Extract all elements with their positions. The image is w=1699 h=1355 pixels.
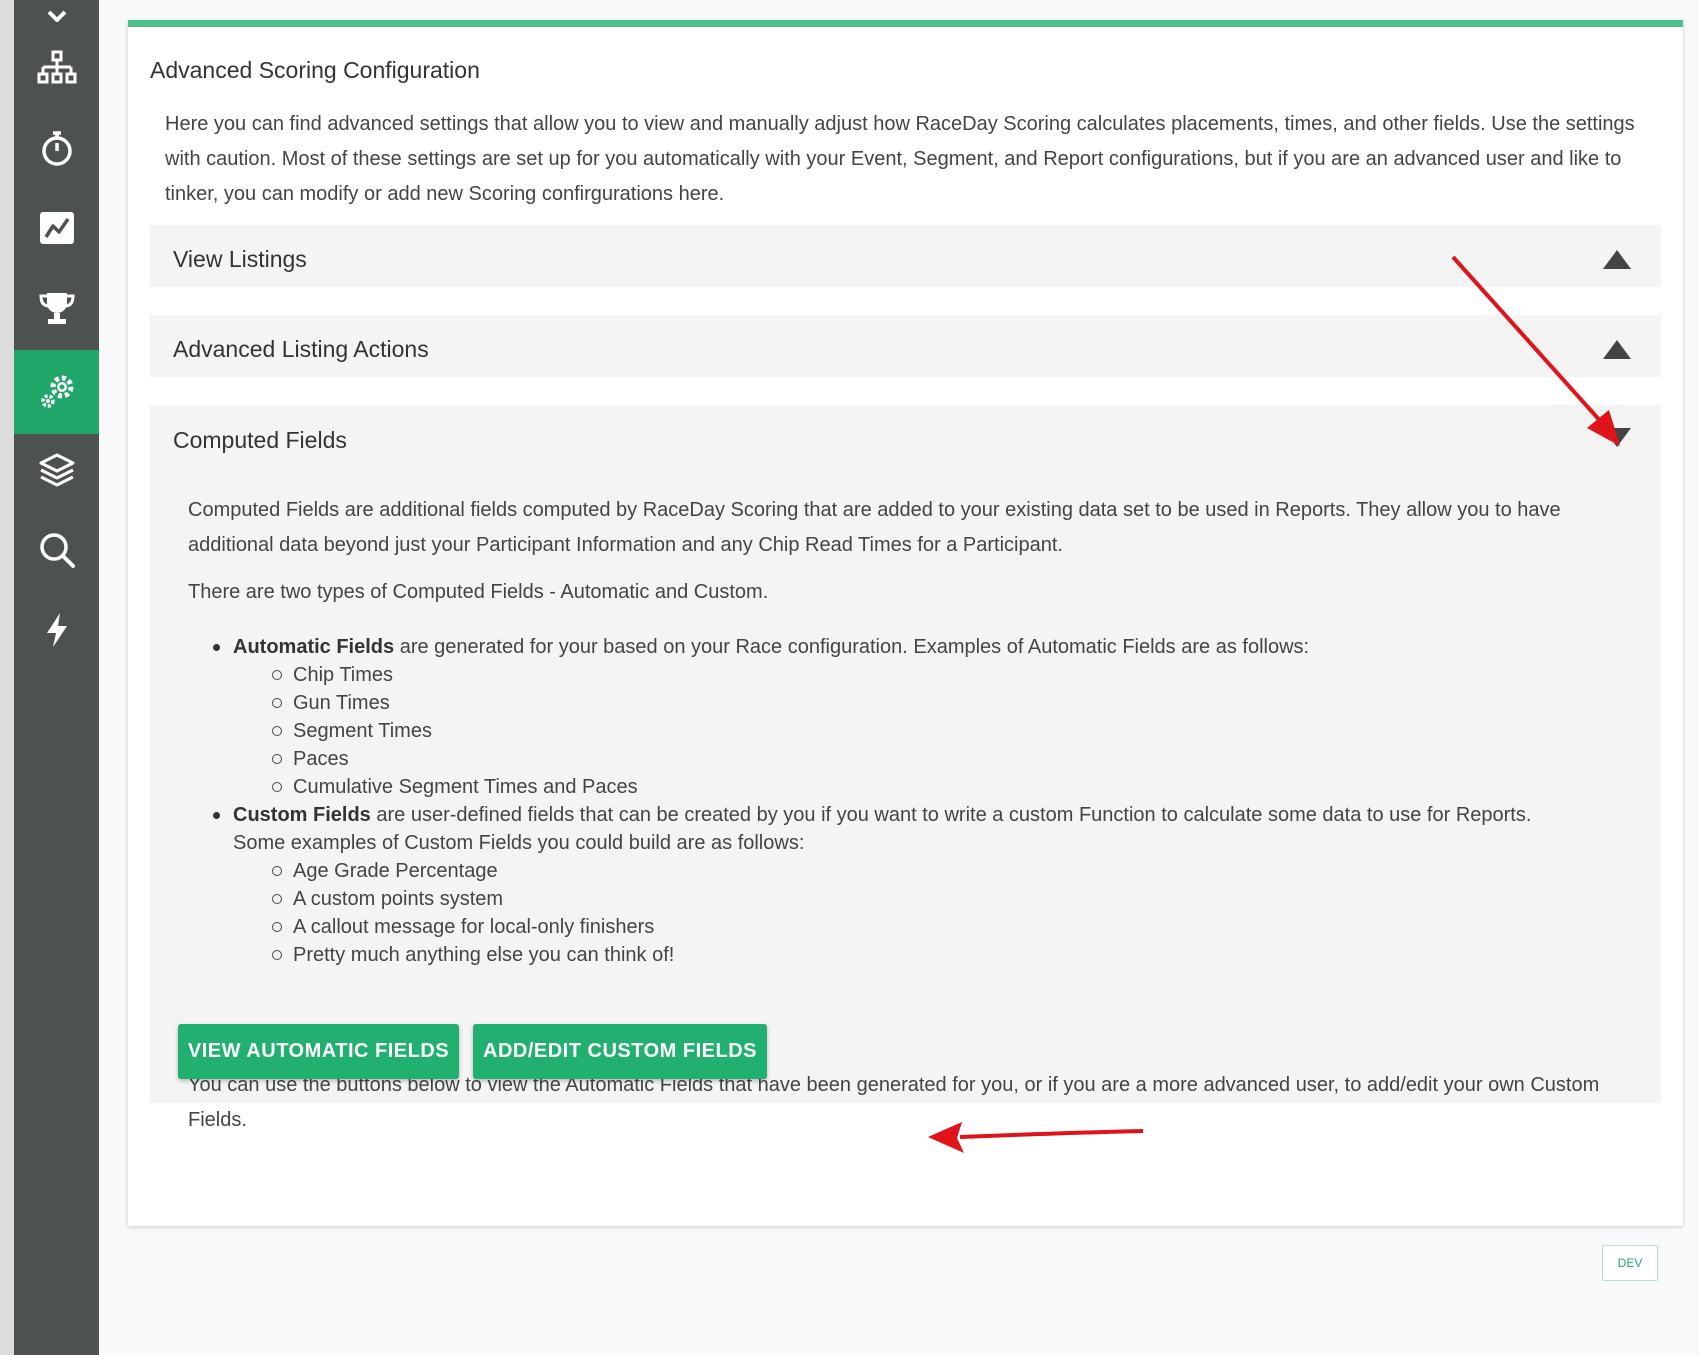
sitemap-icon [37, 50, 76, 84]
sub-list-item-label: Cumulative Segment Times and Paces [293, 776, 638, 798]
bolt-icon [46, 613, 67, 647]
bullet-circle [272, 726, 282, 736]
sidebar-item-structure[interactable] [14, 26, 99, 110]
panel-advanced-listing-actions: Advanced Listing Actions [150, 315, 1661, 377]
sub-list-item: Gun Times [188, 689, 1628, 717]
automatic-fields-label: Automatic Fields [233, 636, 395, 658]
bullet-circle [272, 950, 282, 960]
computed-fields-list: Automatic Fields are generated for your … [188, 633, 1628, 969]
sub-list-item: A custom points system [188, 885, 1628, 913]
panel-view-listings: View Listings [150, 225, 1661, 287]
sub-list-item: A callout message for local-only finishe… [188, 913, 1628, 941]
sidebar-item-awards[interactable] [14, 266, 99, 350]
sidebar-item-advanced-settings[interactable] [14, 350, 99, 434]
list-item-custom: Custom Fields are user-defined fields th… [188, 801, 1628, 829]
sidebar-item-timing[interactable] [14, 106, 99, 190]
add-edit-custom-fields-button[interactable]: ADD/EDIT CUSTOM FIELDS [473, 1024, 767, 1079]
panel-advanced-listing-actions-header[interactable]: Advanced Listing Actions [150, 315, 1661, 383]
dev-badge: DEV [1602, 1245, 1658, 1281]
bullet-circle [272, 670, 282, 680]
sub-list-item: Age Grade Percentage [188, 857, 1628, 885]
bullet-circle [272, 698, 282, 708]
panel-computed-fields-title: Computed Fields [173, 427, 347, 453]
custom-fields-label: Custom Fields [233, 804, 371, 826]
panel-advanced-listing-actions-title: Advanced Listing Actions [173, 336, 429, 362]
bullet-circle [272, 894, 282, 904]
layers-icon [39, 453, 74, 487]
sidebar-item-results[interactable] [14, 186, 99, 270]
bullet-circle [272, 922, 282, 932]
sub-list-item-label: Segment Times [293, 720, 432, 742]
custom-fields-text: are user-defined fields that can be crea… [370, 804, 1532, 826]
caret-down-icon[interactable] [1602, 427, 1632, 449]
sub-list-item-label: Gun Times [293, 692, 390, 714]
sub-list-item-label: Pretty much anything else you can think … [293, 944, 675, 966]
panel-computed-fields: Computed Fields Computed Fields are addi… [150, 405, 1661, 1131]
sub-list-item: Chip Times [188, 661, 1628, 689]
caret-up-icon[interactable] [1602, 338, 1632, 360]
sub-list-item-label: A callout message for local-only finishe… [293, 916, 655, 938]
sidebar-item-actions[interactable] [14, 588, 99, 672]
list-item-automatic: Automatic Fields are generated for your … [188, 633, 1628, 661]
chevron-down-icon [47, 10, 66, 22]
panel-view-listings-title: View Listings [173, 246, 307, 272]
sub-list-item: Segment Times [188, 717, 1628, 745]
bullet-circle [272, 782, 282, 792]
page-title: Advanced Scoring Configuration [150, 57, 480, 83]
panel-view-listings-header[interactable]: View Listings [150, 225, 1661, 293]
sidebar [14, 0, 99, 1355]
chart-line-icon [39, 212, 74, 244]
panel-computed-fields-header[interactable]: Computed Fields [150, 405, 1661, 473]
gears-icon [40, 375, 73, 408]
computed-fields-list-area: Automatic Fields are generated for your … [188, 493, 1628, 1131]
sub-list-item-label: Chip Times [293, 664, 394, 686]
sidebar-item-layers[interactable] [14, 428, 99, 512]
sidebar-item-search[interactable] [14, 508, 99, 592]
sub-list-item-label: A custom points system [293, 888, 504, 910]
stopwatch-icon [41, 131, 72, 166]
list-item-custom-continued: Some examples of Custom Fields you could… [188, 829, 1628, 857]
sub-list-item: Cumulative Segment Times and Paces [188, 773, 1628, 801]
view-automatic-fields-button[interactable]: VIEW AUTOMATIC FIELDS [178, 1024, 459, 1079]
bullet-dot [213, 644, 220, 651]
sub-list-item: Pretty much anything else you can think … [188, 941, 1628, 969]
automatic-fields-text: are generated for your based on your Rac… [394, 636, 1310, 658]
bullet-circle [272, 754, 282, 764]
sub-list-item-label: Age Grade Percentage [293, 860, 498, 882]
intro-text: Here you can find advanced settings that… [165, 113, 1635, 205]
sub-list-item-label: Paces [293, 748, 349, 770]
bullet-dot [213, 812, 220, 819]
search-icon [39, 533, 75, 568]
bullet-circle [272, 866, 282, 876]
caret-up-icon[interactable] [1602, 248, 1632, 270]
custom-fields-text-2: Some examples of Custom Fields you could… [233, 832, 805, 854]
advanced-scoring-card: Advanced Scoring Configuration Here you … [128, 20, 1683, 1226]
sub-list-item: Paces [188, 745, 1628, 773]
sidebar-edge [0, 0, 14, 1355]
trophy-icon [38, 293, 75, 324]
